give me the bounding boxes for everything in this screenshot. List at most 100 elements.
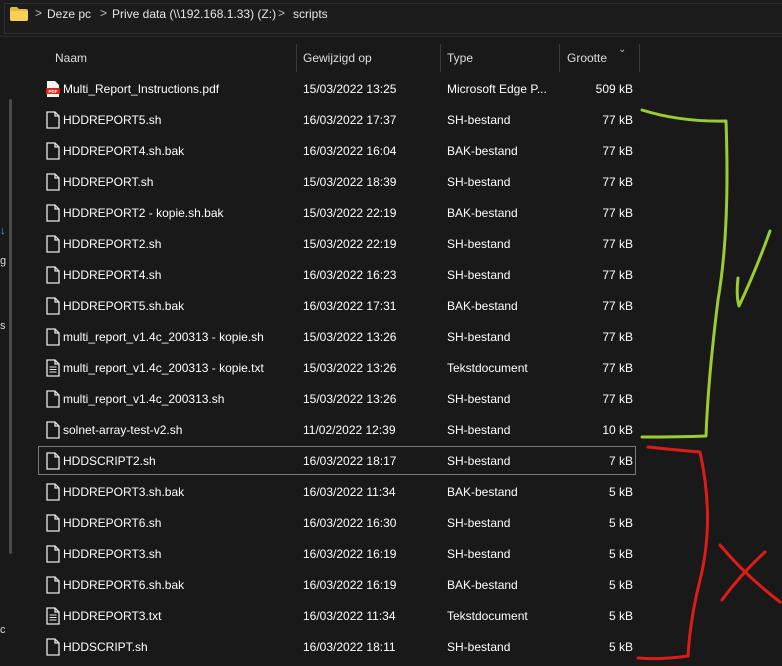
file-row[interactable]: multi_report_v1.4c_200313 - kopie.sh 15/0… [20, 322, 782, 353]
file-name: HDDREPORT5.sh.bak [63, 299, 185, 313]
sort-descending-icon: ⌄ [618, 44, 627, 55]
file-row[interactable]: HDDREPORT6.sh.bak 16/03/2022 16:19 BAK-bes… [20, 570, 782, 601]
column-divider[interactable] [639, 44, 640, 72]
pdf-icon: PDF [46, 80, 60, 98]
file-size: 77 kB [602, 144, 633, 158]
file-type: Microsoft Edge P... [447, 82, 547, 96]
column-divider[interactable] [296, 44, 297, 72]
text-file-icon [46, 607, 60, 625]
file-row[interactable]: HDDREPORT4.sh 16/03/2022 16:23 SH-bestand 7… [20, 260, 782, 291]
file-name: HDDREPORT5.sh [63, 113, 162, 127]
breadcrumb-scripts[interactable]: scripts [293, 7, 328, 21]
column-modified-header[interactable]: Gewijzigd op [303, 44, 372, 72]
file-icon [46, 452, 60, 470]
file-icon [46, 173, 60, 191]
column-divider[interactable] [559, 44, 560, 72]
file-size: 77 kB [602, 361, 633, 375]
file-type: SH-bestand [447, 330, 511, 344]
file-row[interactable]: HDDREPORT3.txt 16/03/2022 11:34 Tekstdocum… [20, 601, 782, 632]
file-icon [46, 638, 60, 656]
file-icon [46, 545, 60, 563]
folder-icon [10, 7, 28, 21]
file-size: 7 kB [608, 454, 633, 468]
file-row[interactable]: HDDREPORT3.sh.bak 16/03/2022 11:34 BAK-bes… [20, 477, 782, 508]
file-size: 5 kB [608, 485, 633, 499]
file-row[interactable]: PDF Multi_Report_Instructions.pdf 15/03/20… [20, 74, 782, 105]
file-row[interactable]: HDDREPORT2 - kopie.sh.bak 15/03/2022 22:1… [20, 198, 782, 229]
column-size-header[interactable]: Grootte [567, 44, 607, 72]
file-row[interactable]: HDDREPORT3.sh 16/03/2022 16:19 SH-bestand 5… [20, 539, 782, 570]
breadcrumb-prive-data[interactable]: Prive data (\\192.168.1.33) (Z:) [112, 7, 276, 21]
file-modified: 16/03/2022 17:31 [303, 299, 397, 313]
file-icon [46, 514, 60, 532]
file-icon [46, 483, 60, 501]
file-modified: 16/03/2022 16:23 [303, 268, 397, 282]
file-type: BAK-bestand [447, 299, 518, 313]
breadcrumb-separator-icon: > [278, 6, 286, 20]
file-name: HDDSCRIPT.sh [63, 640, 148, 654]
file-size: 10 kB [602, 423, 633, 437]
column-divider[interactable] [440, 44, 441, 72]
file-name: multi_report_v1.4c_200313.sh [63, 392, 225, 406]
file-type: SH-bestand [447, 113, 511, 127]
file-modified: 15/03/2022 13:26 [303, 361, 397, 375]
column-name-header[interactable]: Naam [55, 44, 87, 72]
file-row[interactable]: HDDSCRIPT.sh 16/03/2022 18:11 SH-bestand 5 … [20, 632, 782, 663]
file-modified: 16/03/2022 16:19 [303, 547, 397, 561]
file-type: SH-bestand [447, 547, 511, 561]
breadcrumb-separator-icon: > [100, 6, 108, 20]
file-row[interactable]: HDDREPORT5.sh 16/03/2022 17:37 SH-bestand 7… [20, 105, 782, 136]
file-row[interactable]: HDDREPORT.sh 15/03/2022 18:39 SH-bestand 77… [20, 167, 782, 198]
file-size: 77 kB [602, 330, 633, 344]
file-size: 77 kB [602, 299, 633, 313]
file-modified: 11/02/2022 12:39 [303, 423, 396, 437]
file-icon [46, 111, 60, 129]
file-type: SH-bestand [447, 175, 511, 189]
file-modified: 16/03/2022 11:34 [303, 609, 396, 623]
file-row[interactable]: HDDREPORT2.sh 15/03/2022 22:19 SH-bestand 7… [20, 229, 782, 260]
file-icon [46, 297, 60, 315]
breadcrumb-deze-pc[interactable]: Deze pc [47, 7, 91, 21]
file-modified: 16/03/2022 18:11 [303, 640, 396, 654]
file-name: multi_report_v1.4c_200313 - kopie.txt [63, 361, 264, 375]
file-name: HDDREPORT3.sh [63, 547, 162, 561]
file-icon [46, 142, 60, 160]
file-modified: 15/03/2022 13:26 [303, 330, 397, 344]
file-modified: 16/03/2022 17:37 [303, 113, 397, 127]
file-type: SH-bestand [447, 516, 511, 530]
file-icon [46, 266, 60, 284]
column-header: Naam Gewijzigd op Type ⌄ Grootte [20, 44, 782, 72]
file-type: SH-bestand [447, 640, 511, 654]
nav-pane-glyph: g [0, 255, 7, 267]
file-type: Tekstdocument [447, 609, 528, 623]
file-size: 5 kB [608, 640, 633, 654]
file-name: HDDREPORT.sh [63, 175, 154, 189]
file-modified: 16/03/2022 16:19 [303, 578, 397, 592]
file-row[interactable]: HDDREPORT6.sh 16/03/2022 16:30 SH-bestand 5… [20, 508, 782, 539]
file-row[interactable]: solnet-array-test-v2.sh 11/02/2022 12:39 S… [20, 415, 782, 446]
file-row[interactable]: multi_report_v1.4c_200313.sh 15/03/2022 1… [20, 384, 782, 415]
file-size: 77 kB [602, 206, 633, 220]
file-size: 5 kB [608, 609, 633, 623]
file-modified: 16/03/2022 18:17 [303, 454, 397, 468]
file-icon [46, 235, 60, 253]
file-name: HDDREPORT6.sh.bak [63, 578, 185, 592]
file-name: HDDREPORT3.sh.bak [63, 485, 185, 499]
file-modified: 16/03/2022 11:34 [303, 485, 396, 499]
file-row[interactable]: HDDREPORT5.sh.bak 16/03/2022 17:31 BAK-bes… [20, 291, 782, 322]
file-row[interactable]: HDDREPORT4.sh.bak 16/03/2022 16:04 BAK-bes… [20, 136, 782, 167]
file-name: HDDREPORT6.sh [63, 516, 162, 530]
file-modified: 16/03/2022 16:30 [303, 516, 397, 530]
file-row[interactable]: HDDSCRIPT2.sh 16/03/2022 18:17 SH-bestand 7… [20, 446, 782, 477]
file-type: SH-bestand [447, 237, 511, 251]
file-name: HDDREPORT4.sh [63, 268, 162, 282]
file-row[interactable]: multi_report_v1.4c_200313 - kopie.txt 15/… [20, 353, 782, 384]
column-type-header[interactable]: Type [447, 44, 473, 72]
file-name: solnet-array-test-v2.sh [63, 423, 183, 437]
file-name: HDDREPORT4.sh.bak [63, 144, 185, 158]
file-icon [46, 576, 60, 594]
file-type: SH-bestand [447, 423, 511, 437]
breadcrumb-separator-icon: > [35, 6, 43, 20]
file-name: HDDREPORT2.sh [63, 237, 162, 251]
navigation-scrollbar[interactable] [9, 99, 12, 554]
